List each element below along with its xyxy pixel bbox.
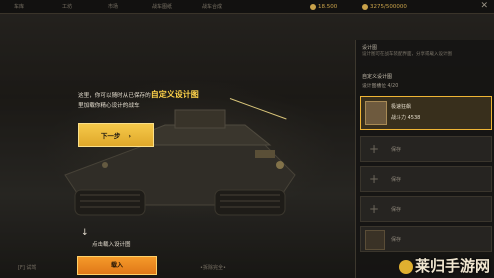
bottom-center-text: •拆除完全• — [200, 265, 226, 271]
currency-a: 18.500 — [310, 2, 337, 12]
tab-garage[interactable]: 车库 — [14, 3, 24, 10]
blueprint-name: 极速狂飙 — [391, 104, 412, 110]
watermark-logo-icon — [398, 259, 413, 274]
save-slot-label: 保存 — [391, 207, 402, 213]
blueprint-thumbnail — [365, 230, 385, 250]
tab-workshop[interactable]: 工坊 — [62, 3, 72, 10]
blueprint-slot-1[interactable]: 极速狂飙 战斗力 4538 — [360, 96, 492, 130]
test-drive-label[interactable]: [F] 试驾 — [18, 264, 36, 271]
watermark: 莱归手游网 — [398, 255, 490, 276]
blueprint-slot-2[interactable]: + 保存 — [360, 136, 492, 162]
blueprint-slot-5[interactable]: 保存 — [360, 226, 492, 252]
plus-icon: + — [369, 202, 380, 216]
tutorial-message: 这里，你可以随时从已保存的自定义设计图 里加载你精心设计的战车 — [78, 90, 248, 111]
blueprint-slot-3[interactable]: + 保存 — [360, 166, 492, 192]
next-step-button[interactable]: 下一步 › — [78, 123, 154, 147]
tab-custom-blueprints[interactable]: 自定义设计图 — [362, 73, 392, 80]
save-slot-label: 保存 — [391, 237, 402, 243]
tab-blueprints[interactable]: 战车图纸 — [152, 3, 172, 10]
resource-icon — [362, 3, 368, 10]
blueprint-power: 战斗力 4538 — [391, 115, 421, 121]
tab-market[interactable]: 市场 — [108, 3, 118, 10]
panel-subtitle: 设计图可在战车装配界面，分享或载入设计图 — [362, 52, 452, 57]
blueprint-slot-4[interactable]: + 保存 — [360, 196, 492, 222]
top-nav-bar: 车库 工坊 市场 战车图纸 战车合成 18.500 3275/500000 ✕ — [0, 0, 494, 14]
chevron-right-icon: › — [128, 132, 132, 140]
tab-synthesis[interactable]: 战车合成 — [202, 3, 222, 10]
blueprint-capacity: 设计图槽位 4/20 — [362, 84, 399, 89]
save-slot-label: 保存 — [391, 147, 402, 153]
blueprint-panel: 设计图 设计图可在战车装配界面，分享或载入设计图 自定义设计图 设计图槽位 4/… — [355, 40, 494, 278]
save-slot-label: 保存 — [391, 177, 402, 183]
panel-title: 设计图 — [362, 45, 378, 51]
load-hint-text: 点击载入设计图 — [92, 242, 131, 248]
load-button[interactable]: 载入 — [77, 256, 157, 275]
plus-icon: + — [369, 142, 380, 156]
close-icon[interactable]: ✕ — [480, 1, 488, 11]
tutorial-line1: 这里，你可以随时从已保存的 — [78, 93, 151, 99]
coin-icon — [310, 3, 316, 10]
next-step-label: 下一步 — [100, 132, 121, 140]
tutorial-line2: 里加载你精心设计的战车 — [78, 103, 140, 109]
vehicle-thumbnail — [365, 101, 387, 125]
currency-b: 3275/500000 — [362, 2, 407, 12]
arrow-down-icon: ↓ — [81, 228, 89, 238]
tutorial-highlight: 自定义设计图 — [150, 90, 199, 99]
plus-icon: + — [369, 172, 380, 186]
